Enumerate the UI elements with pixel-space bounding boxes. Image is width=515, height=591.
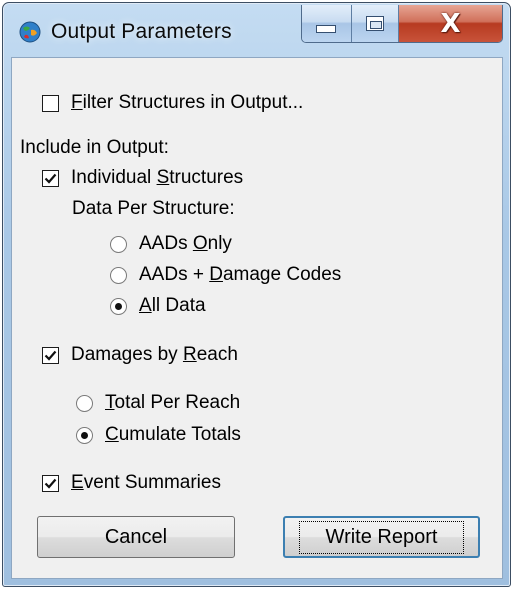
radio-aads-only[interactable]: AADs Only	[110, 233, 232, 255]
damages-by-reach-checkbox[interactable]: Damages by Reach	[42, 344, 238, 366]
radio-aads-damage-codes[interactable]: AADs + Damage Codes	[110, 264, 341, 286]
damages-by-reach-label: Damages by Reach	[71, 344, 238, 365]
include-in-output-label: Include in Output:	[20, 137, 169, 158]
radio-aads-damage-codes-label: AADs + Damage Codes	[139, 264, 342, 285]
write-report-label: Write Report	[298, 520, 465, 554]
radio-all-data[interactable]: All Data	[110, 295, 206, 317]
radio-aads-only-label: AADs Only	[139, 233, 232, 254]
dialog-client-area: Filter Structures in Output... Include i…	[11, 57, 503, 579]
radio-aads-damage-codes-circle[interactable]	[110, 266, 127, 284]
filter-structures-checkbox[interactable]: Filter Structures in Output...	[42, 92, 303, 114]
event-summaries-label: Event Summaries	[71, 472, 221, 493]
close-icon: X	[440, 8, 461, 39]
app-globe-icon	[19, 21, 41, 43]
close-button[interactable]: X	[399, 5, 502, 42]
output-parameters-window: Output Parameters X Filter Structures in…	[2, 2, 511, 587]
data-per-structure-label: Data Per Structure:	[72, 198, 235, 219]
checkmark-icon	[44, 173, 57, 184]
individual-checkbox-box[interactable]	[42, 169, 59, 187]
event-summaries-checkbox[interactable]: Event Summaries	[42, 472, 221, 494]
radio-all-data-circle[interactable]	[110, 297, 127, 315]
write-report-button[interactable]: Write Report	[283, 516, 480, 558]
filter-checkbox-box[interactable]	[42, 94, 59, 112]
radio-cumulate-totals[interactable]: Cumulate Totals	[76, 424, 241, 446]
maximize-icon	[365, 16, 384, 31]
checkmark-icon	[44, 478, 57, 489]
radio-cumulate-totals-label: Cumulate Totals	[105, 424, 241, 445]
radio-total-per-reach[interactable]: Total Per Reach	[76, 392, 240, 414]
minimize-icon	[316, 24, 337, 33]
individual-structures-label: Individual Structures	[71, 167, 244, 188]
events-checkbox-box[interactable]	[42, 474, 59, 492]
radio-cumulate-totals-circle[interactable]	[76, 426, 93, 444]
individual-structures-checkbox[interactable]: Individual Structures	[42, 167, 243, 189]
radio-total-per-reach-label: Total Per Reach	[105, 392, 241, 413]
title-bar[interactable]: Output Parameters X	[3, 3, 510, 57]
maximize-button[interactable]	[351, 5, 400, 42]
checkmark-icon	[44, 350, 57, 361]
radio-total-per-reach-circle[interactable]	[76, 394, 93, 412]
minimize-button[interactable]	[302, 5, 352, 42]
cancel-button[interactable]: Cancel	[37, 516, 235, 558]
damages-checkbox-box[interactable]	[42, 346, 59, 364]
radio-all-data-label: All Data	[139, 295, 206, 316]
filter-structures-label: Filter Structures in Output...	[71, 92, 304, 113]
caption-buttons: X	[301, 5, 503, 43]
window-title: Output Parameters	[51, 20, 232, 43]
radio-aads-only-circle[interactable]	[110, 235, 127, 253]
